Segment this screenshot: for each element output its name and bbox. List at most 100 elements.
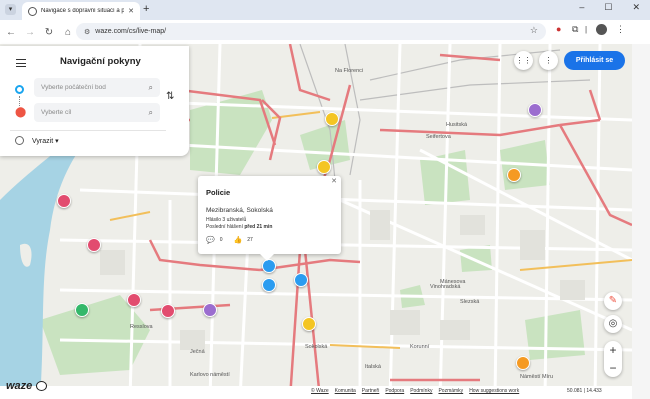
- zoom-in-icon[interactable]: +: [604, 341, 622, 359]
- footer-link[interactable]: Pozmámky: [438, 388, 463, 394]
- accident-marker[interactable]: [57, 194, 71, 208]
- route-connector-icon: [19, 96, 21, 106]
- maximize-icon[interactable]: ☐: [604, 2, 612, 13]
- bookmark-star-icon[interactable]: ☆: [530, 25, 538, 36]
- navigation-panel: Navigační pokyny ⬤ Vyberte počáteční bod…: [0, 46, 189, 156]
- close-icon[interactable]: ✕: [331, 177, 337, 185]
- police-marker[interactable]: [262, 278, 276, 292]
- panel-title: Navigační pokyny: [60, 56, 141, 67]
- new-tab-icon[interactable]: +: [143, 3, 149, 15]
- waze-logo[interactable]: waze: [6, 380, 32, 392]
- zoom-out-icon[interactable]: −: [604, 359, 622, 377]
- thanks-count: 27: [247, 237, 253, 243]
- footer-link[interactable]: Komunita: [335, 388, 356, 394]
- tab-search-icon[interactable]: ▾: [5, 4, 16, 15]
- street-label: Korunní: [410, 344, 430, 350]
- popup-address: Mezibranská, Sokolská: [206, 207, 273, 214]
- login-button[interactable]: Přihlásit se: [564, 51, 625, 70]
- footer-link[interactable]: © Waze: [311, 388, 329, 394]
- apps-grid-icon[interactable]: ⋮⋮: [514, 51, 533, 70]
- start-point-icon: [15, 85, 24, 94]
- depart-time-dropdown[interactable]: Vyrazit ▾: [32, 137, 59, 145]
- footer-link[interactable]: How suggestions work: [469, 388, 519, 394]
- start-point-input[interactable]: Vyberte počáteční bod ⌕: [34, 78, 160, 97]
- hazard-marker[interactable]: [325, 112, 339, 126]
- zoom-controls: + −: [604, 341, 622, 377]
- minimize-icon[interactable]: –: [579, 2, 584, 13]
- destination-placeholder: Vyberte cíl: [41, 109, 72, 116]
- accident-marker[interactable]: [87, 238, 101, 252]
- site-info-icon[interactable]: ⚙: [84, 28, 90, 36]
- destination-input[interactable]: Vyberte cíl ⌕: [34, 103, 160, 122]
- footer-link[interactable]: Podpora: [385, 388, 404, 394]
- railway-line: [359, 79, 591, 101]
- popup-reported-by: Hlásilo 3 uživatelů: [206, 217, 247, 223]
- search-icon[interactable]: ⌕: [149, 78, 153, 97]
- page-scrollbar[interactable]: [632, 44, 650, 399]
- street-label: Seifertova: [426, 134, 451, 140]
- street-label: Mánesova: [440, 279, 466, 285]
- divider-icon: |: [585, 25, 588, 34]
- swap-route-icon[interactable]: ⇅: [166, 91, 174, 102]
- street-label: Resslova: [130, 324, 153, 330]
- browser-tab[interactable]: Navigace s dopravní situací a podmínk...…: [22, 2, 140, 20]
- last-report-prefix: Poslední hlášení: [206, 224, 243, 230]
- tab-strip: ▾ Navigace s dopravní situací a podmínk.…: [0, 0, 650, 20]
- destination-pin-icon: ⬤: [15, 107, 27, 118]
- footer-links: © Waze Komunita Partneři Podpora Podmínk…: [311, 388, 519, 394]
- chevron-down-icon: ▾: [55, 138, 59, 145]
- accident-marker[interactable]: [127, 293, 141, 307]
- more-options-icon[interactable]: ⋮: [539, 51, 558, 70]
- comment-icon[interactable]: 💬: [206, 236, 215, 244]
- waze-user-marker[interactable]: [75, 303, 89, 317]
- popup-stats: 💬 0 👍 27: [206, 236, 253, 244]
- profile-avatar[interactable]: [596, 24, 607, 35]
- street-label: Ječná: [190, 349, 205, 355]
- police-marker-selected[interactable]: [262, 259, 276, 273]
- start-point-placeholder: Vyberte počáteční bod: [41, 84, 106, 91]
- locate-me-icon[interactable]: ◎: [604, 315, 622, 333]
- street-label: Sokolská: [305, 344, 328, 350]
- address-bar[interactable]: ⚙ waze.com/cs/live-map/ ☆: [76, 23, 546, 40]
- footer-link[interactable]: Podmínky: [410, 388, 432, 394]
- police-marker[interactable]: [528, 103, 542, 117]
- traffic-jam-marker[interactable]: [516, 356, 530, 370]
- home-icon[interactable]: ⌂: [61, 27, 75, 38]
- report-pencil-icon[interactable]: ✎: [604, 292, 622, 310]
- panel-divider: [10, 130, 166, 131]
- browser-chrome: ▾ Navigace s dopravní situací a podmínk.…: [0, 0, 650, 44]
- back-icon[interactable]: ←: [4, 27, 18, 38]
- menu-hamburger-icon[interactable]: [16, 59, 26, 67]
- park-area: [525, 310, 585, 360]
- traffic-jam-marker[interactable]: [507, 168, 521, 182]
- accident-marker[interactable]: [161, 304, 175, 318]
- tab-close-icon[interactable]: ✕: [128, 7, 134, 15]
- depart-label: Vyrazit: [32, 138, 54, 145]
- street-label: Slezská: [460, 299, 480, 305]
- hazard-marker[interactable]: [317, 160, 331, 174]
- browser-menu-icon[interactable]: ⋮: [616, 24, 625, 35]
- police-marker[interactable]: [203, 303, 217, 317]
- police-marker[interactable]: [294, 273, 308, 287]
- map-coordinates: 50.081 | 14.433: [567, 388, 602, 394]
- search-icon[interactable]: ⌕: [149, 103, 153, 122]
- police-report-popup: ✕ Policie Mezibranská, Sokolská Hlásilo …: [198, 176, 341, 261]
- street-label: Náměstí Míru: [520, 374, 554, 380]
- park-area: [460, 245, 492, 272]
- window-close-icon[interactable]: ✕: [632, 2, 640, 13]
- waze-favicon-icon: [28, 6, 37, 16]
- extensions-puzzle-icon[interactable]: ⧉: [572, 24, 578, 35]
- last-report-time: před 21 min: [244, 224, 273, 230]
- reload-icon[interactable]: ↻: [42, 27, 56, 38]
- waze-face-icon: [36, 381, 47, 391]
- window-controls: – ☐ ✕: [579, 2, 640, 13]
- popup-title: Policie: [206, 188, 231, 197]
- forward-icon[interactable]: →: [23, 27, 37, 38]
- clock-icon: [15, 136, 24, 145]
- thumbs-up-icon[interactable]: 👍: [234, 236, 243, 244]
- extension-icon[interactable]: ●: [556, 24, 561, 34]
- hazard-marker[interactable]: [302, 317, 316, 331]
- street-label: Italská: [365, 364, 381, 370]
- tab-title: Navigace s dopravní situací a podmínk...: [41, 8, 125, 14]
- footer-link[interactable]: Partneři: [362, 388, 380, 394]
